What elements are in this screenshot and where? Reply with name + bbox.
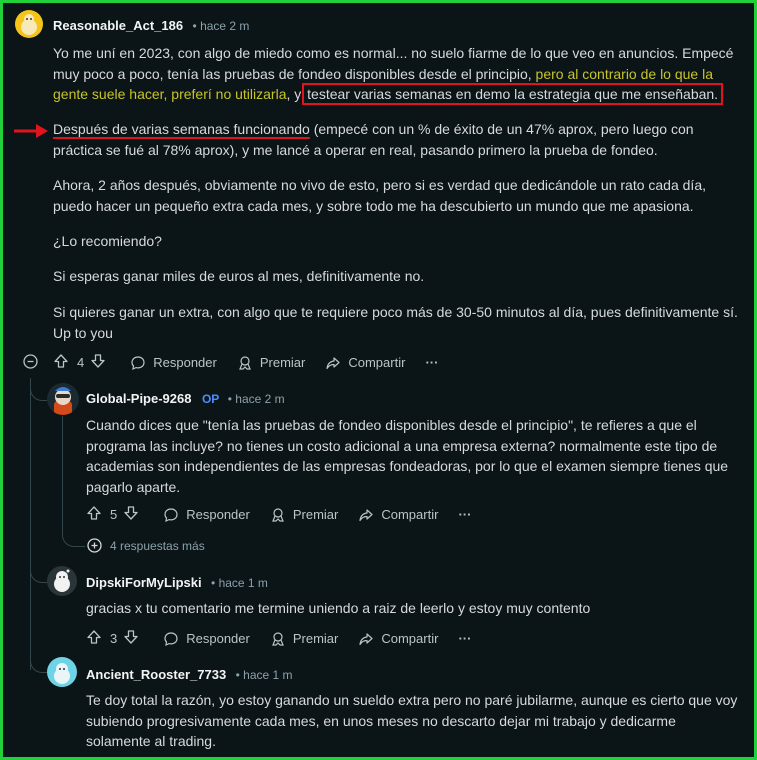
expand-icon — [87, 538, 102, 553]
thread-curve-reply3 — [30, 648, 47, 673]
comment-timestamp: • hace 1 m — [211, 576, 268, 590]
share-icon — [326, 356, 340, 369]
snoo-avatar-icon — [54, 387, 72, 415]
red-arrow-icon — [14, 124, 48, 138]
comment-paragraph-6: Si quieres ganar un extra, con algo que … — [53, 304, 738, 341]
comment-text: Cuando dices que "tenía las pruebas de f… — [86, 417, 729, 495]
upvote-button[interactable] — [53, 353, 69, 372]
comment-icon — [164, 631, 178, 646]
upvote-icon — [87, 506, 101, 520]
comment-icon — [131, 355, 145, 370]
comment-author[interactable]: Ancient_Rooster_7733 — [86, 667, 226, 682]
comment-paragraph-5: Si esperas ganar miles de euros al mes, … — [53, 268, 425, 284]
comment-author[interactable]: Reasonable_Act_186 — [53, 18, 183, 33]
avatar[interactable] — [47, 566, 77, 596]
upvote-button[interactable] — [86, 629, 102, 648]
vote-count: 5 — [110, 507, 118, 522]
more-options-button[interactable]: ··· — [458, 631, 471, 646]
comment-icon — [164, 507, 178, 522]
more-replies-button[interactable]: 4 respuestas más — [87, 538, 205, 553]
comment-timestamp: • hace 2 m — [192, 19, 250, 33]
avatar[interactable] — [47, 383, 79, 415]
boxed-annotation: testear varias semanas en demo la estrat… — [302, 83, 724, 105]
share-icon — [359, 632, 373, 645]
comment-text: Te doy total la razón, yo estoy ganando … — [86, 692, 738, 749]
vote-count: 4 — [77, 355, 85, 370]
collapse-button[interactable] — [23, 354, 38, 369]
more-options-button[interactable]: ··· — [425, 355, 438, 370]
comment-timestamp: • hace 1 m — [235, 668, 293, 682]
underlined-text: Después de varias semanas funcionando — [53, 121, 310, 137]
thread-curve-reply2 — [30, 560, 47, 583]
comment-text: gracias x tu comentario me termine unien… — [86, 600, 591, 616]
reply-button[interactable]: Responder — [163, 631, 250, 647]
share-button[interactable]: Compartir — [358, 507, 438, 523]
upvote-icon — [87, 630, 101, 644]
avatar[interactable] — [15, 10, 43, 38]
share-icon — [359, 508, 373, 521]
thread-curve-more — [62, 526, 85, 547]
award-icon — [238, 355, 251, 370]
comment-paragraph-3: Ahora, 2 años después, obviamente no viv… — [53, 177, 706, 214]
avatar[interactable] — [47, 657, 77, 687]
snoo-avatar-icon — [54, 663, 70, 684]
comment-actions: 3 Responder Premiar Compartir ··· — [86, 629, 471, 648]
more-options-button[interactable]: ··· — [458, 507, 471, 522]
vote-count: 3 — [110, 631, 118, 646]
downvote-icon — [124, 506, 138, 520]
comment-author[interactable]: DipskiForMyLipski — [86, 575, 202, 590]
share-button[interactable]: Compartir — [325, 355, 405, 371]
downvote-button[interactable] — [123, 629, 139, 648]
snoo-avatar-icon — [21, 14, 37, 35]
comment-author[interactable]: Global-Pipe-9268 — [86, 391, 191, 406]
comment-actions: 4 Responder Premiar Compartir ··· — [53, 353, 438, 372]
award-button[interactable]: Premiar — [270, 507, 338, 523]
upvote-button[interactable] — [86, 505, 102, 524]
award-icon — [271, 507, 284, 522]
comment-timestamp: • hace 2 m — [227, 392, 285, 406]
share-button[interactable]: Compartir — [358, 631, 438, 647]
collapse-icon — [23, 354, 38, 369]
downvote-icon — [91, 354, 105, 368]
downvote-button[interactable] — [123, 505, 139, 524]
comment-paragraph-2: Después de varias semanas funcionando (e… — [53, 121, 694, 158]
thread-line-main — [30, 378, 31, 670]
thread-line-reply1 — [62, 416, 63, 532]
reply-button[interactable]: Responder — [163, 507, 250, 523]
downvote-button[interactable] — [90, 353, 106, 372]
comment-paragraph-1: Yo me uní en 2023, con algo de miedo com… — [53, 45, 734, 105]
award-icon — [271, 631, 284, 646]
reply-button[interactable]: Responder — [130, 355, 217, 371]
award-button[interactable]: Premiar — [270, 631, 338, 647]
downvote-icon — [124, 630, 138, 644]
award-button[interactable]: Premiar — [237, 355, 305, 371]
upvote-icon — [54, 354, 68, 368]
thread-curve-reply1 — [30, 378, 47, 401]
op-badge: OP — [201, 392, 220, 406]
snoo-avatar-icon — [54, 569, 70, 592]
comment-actions: 5 Responder Premiar Compartir ··· — [86, 505, 471, 524]
comment-paragraph-4: ¿Lo recomiendo? — [53, 233, 162, 249]
